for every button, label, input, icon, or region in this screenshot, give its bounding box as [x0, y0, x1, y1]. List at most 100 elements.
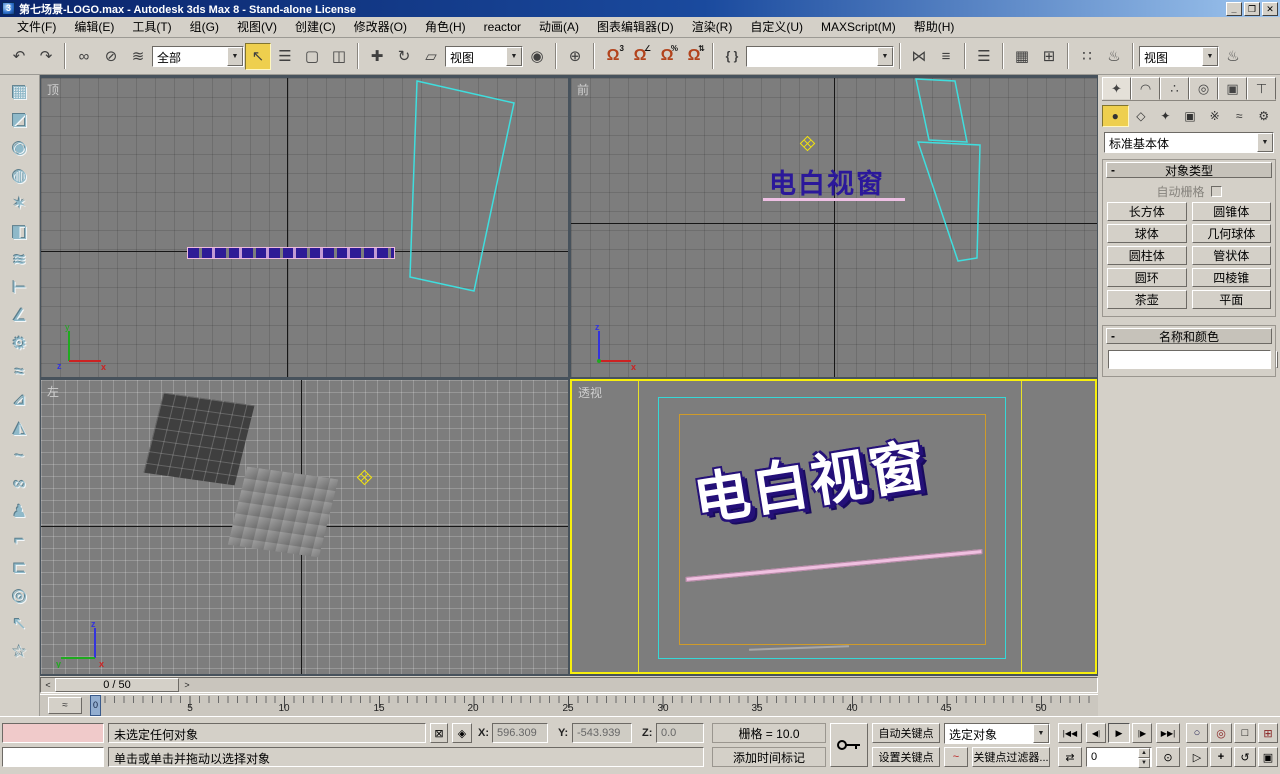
create-tab-icon[interactable]: ✦ — [1102, 77, 1131, 100]
plane-button[interactable]: 平面 — [1192, 290, 1272, 309]
x-coord-field[interactable]: 596.309 — [492, 723, 548, 743]
align-button[interactable]: ≡ — [933, 43, 959, 70]
geometry-category-icon[interactable]: ● — [1102, 105, 1129, 127]
wind-icon[interactable]: ≈ — [4, 358, 36, 386]
cone-button[interactable]: 圆锥体 — [1192, 202, 1272, 221]
set-key-mode-button[interactable]: 设置关键点 — [872, 747, 940, 767]
name-and-color-rollout-header[interactable]: - 名称和颜色 — [1106, 328, 1272, 344]
spinner-snap-toggle-button[interactable]: Ω ⇅ — [681, 43, 707, 70]
sphere-button[interactable]: 球体 — [1107, 224, 1187, 243]
space-warps-category-icon[interactable]: ≈ — [1227, 105, 1252, 127]
bind-to-space-warp-icon[interactable]: ≋ — [125, 43, 151, 70]
menu-rendering[interactable]: 渲染(R) — [683, 16, 742, 38]
angular-dashpot-icon[interactable]: ∠ — [4, 302, 36, 330]
maxscript-listener-pane[interactable] — [2, 747, 104, 767]
modify-tab-icon[interactable]: ◠ — [1131, 77, 1160, 100]
render-type-dropdown[interactable]: 视图 ▼ — [1139, 46, 1219, 67]
viewport-left[interactable]: 左 z y x — [41, 380, 568, 674]
preview-animation-icon[interactable]: ↖ — [4, 610, 36, 638]
teapot-button[interactable]: 茶壶 — [1107, 290, 1187, 309]
menu-views[interactable]: 视图(V) — [228, 16, 286, 38]
viewport-front[interactable]: 前 电白视窗 z x — [571, 78, 1097, 377]
rectangular-selection-region-button[interactable]: ▢ — [299, 43, 325, 70]
create-animation-icon[interactable]: ☆ — [4, 638, 36, 666]
time-back-arrow[interactable]: < — [41, 678, 55, 692]
select-and-link-icon[interactable]: ∞ — [71, 43, 97, 70]
rag-doll-constraint-icon[interactable]: ♟ — [4, 498, 36, 526]
box-button[interactable]: 长方体 — [1107, 202, 1187, 221]
key-mode-toggle[interactable]: ⇄ — [1058, 747, 1082, 767]
utilities-tab-icon[interactable]: ⊤ — [1247, 77, 1276, 100]
chevron-down-icon[interactable]: ▼ — [1033, 724, 1049, 743]
chevron-down-icon[interactable]: ▼ — [877, 47, 893, 66]
selected-filter-dropdown[interactable]: 选定对象 ▼ — [944, 723, 1050, 744]
viewport-top-label[interactable]: 顶 — [47, 81, 59, 98]
rigid-body-collection-icon[interactable]: ▦ — [4, 78, 36, 106]
systems-category-icon[interactable]: ⚙ — [1251, 105, 1276, 127]
cameras-category-icon[interactable]: ▣ — [1178, 105, 1203, 127]
viewport-perspective[interactable]: 透视 电白视窗 — [570, 379, 1097, 674]
rope-collection-icon[interactable]: ◍ — [4, 162, 36, 190]
select-and-rotate-button[interactable]: ↻ — [391, 43, 417, 70]
chevron-down-icon[interactable]: ▼ — [1202, 47, 1218, 66]
menu-create[interactable]: 创建(C) — [286, 16, 345, 38]
schematic-view-button[interactable]: ⊞ — [1036, 43, 1062, 70]
object-type-rollout-header[interactable]: - 对象类型 — [1106, 162, 1272, 178]
current-frame-marker[interactable]: 0 — [90, 695, 101, 716]
named-selection-sets-button[interactable]: { } — [719, 43, 745, 70]
field-of-view-button[interactable]: ▷ — [1186, 747, 1208, 767]
shapes-category-icon[interactable]: ◇ — [1129, 105, 1154, 127]
default-tangent-button[interactable]: ~ — [944, 747, 968, 767]
go-to-end-button[interactable]: ▶▶| — [1156, 723, 1180, 743]
arc-rotate-button[interactable]: ↺ — [1234, 747, 1256, 767]
undo-icon[interactable]: ↶ — [6, 43, 32, 70]
next-frame-button[interactable]: |▶ — [1132, 723, 1152, 743]
go-to-start-button[interactable]: |◀◀ — [1058, 723, 1082, 743]
geosphere-button[interactable]: 几何球体 — [1192, 224, 1272, 243]
unlink-selection-icon[interactable]: ⊘ — [98, 43, 124, 70]
z-coord-field[interactable]: 0.0 — [656, 723, 704, 743]
linear-dashpot-icon[interactable]: ⊢ — [4, 274, 36, 302]
viewport-perspective-label[interactable]: 透视 — [578, 384, 602, 401]
select-by-name-button[interactable]: ☰ — [272, 43, 298, 70]
menu-group[interactable]: 组(G) — [181, 16, 228, 38]
time-slider-handle[interactable]: 0 / 50 — [55, 678, 179, 692]
minimize-button[interactable]: _ — [1226, 2, 1242, 16]
viewport-front-label[interactable]: 前 — [577, 81, 589, 98]
render-scene-button[interactable]: ♨ — [1101, 43, 1127, 70]
time-forward-arrow[interactable]: > — [180, 678, 194, 692]
tube-button[interactable]: 管状体 — [1192, 246, 1272, 265]
material-editor-button[interactable]: ∷ — [1074, 43, 1100, 70]
menu-maxscript[interactable]: MAXScript(M) — [812, 18, 905, 37]
title-bar[interactable]: 3 第七场景-LOGO.max - Autodesk 3ds Max 8 - S… — [0, 0, 1280, 17]
chevron-down-icon[interactable]: ▼ — [227, 47, 243, 66]
menu-help[interactable]: 帮助(H) — [905, 16, 964, 38]
macro-recorder-pane[interactable] — [2, 723, 104, 743]
curve-editor-button[interactable]: ▦ — [1009, 43, 1035, 70]
zoom-button[interactable]: ○ — [1186, 723, 1208, 743]
reference-coordinate-dropdown[interactable]: 视图 ▼ — [445, 46, 523, 67]
menu-customize[interactable]: 自定义(U) — [741, 16, 812, 38]
chevron-down-icon[interactable]: ▼ — [506, 47, 522, 66]
object-name-field[interactable] — [1108, 350, 1271, 369]
cylinder-button[interactable]: 圆柱体 — [1107, 246, 1187, 265]
motion-tab-icon[interactable]: ◎ — [1189, 77, 1218, 100]
mirror-button[interactable]: ⋈ — [906, 43, 932, 70]
key-filters-button[interactable]: 关键点过滤器... — [972, 747, 1050, 767]
play-button[interactable]: ▶ — [1108, 723, 1130, 743]
min-max-toggle-button[interactable]: ▣ — [1258, 747, 1278, 767]
deforming-mesh-collection-icon[interactable]: ✶ — [4, 190, 36, 218]
menu-graph-editors[interactable]: 图表编辑器(D) — [588, 16, 683, 38]
menu-edit[interactable]: 编辑(E) — [65, 16, 123, 38]
menu-character[interactable]: 角色(H) — [416, 16, 475, 38]
time-slider-track[interactable]: < 0 / 50 > — [40, 677, 1098, 693]
spinner-down-icon[interactable]: ▼ — [1138, 758, 1150, 768]
helpers-category-icon[interactable]: ※ — [1202, 105, 1227, 127]
object-color-swatch[interactable] — [1276, 351, 1278, 368]
select-object-button[interactable]: ↖ — [245, 43, 271, 70]
close-button[interactable]: ✕ — [1262, 2, 1278, 16]
open-mini-curve-editor-button[interactable]: ≈ — [48, 697, 82, 714]
time-configuration-button[interactable]: ⊙ — [1156, 747, 1180, 767]
selection-filter-dropdown[interactable]: 全部 ▼ — [152, 46, 244, 67]
car-wheel-constraint-icon[interactable]: ◎ — [4, 582, 36, 610]
